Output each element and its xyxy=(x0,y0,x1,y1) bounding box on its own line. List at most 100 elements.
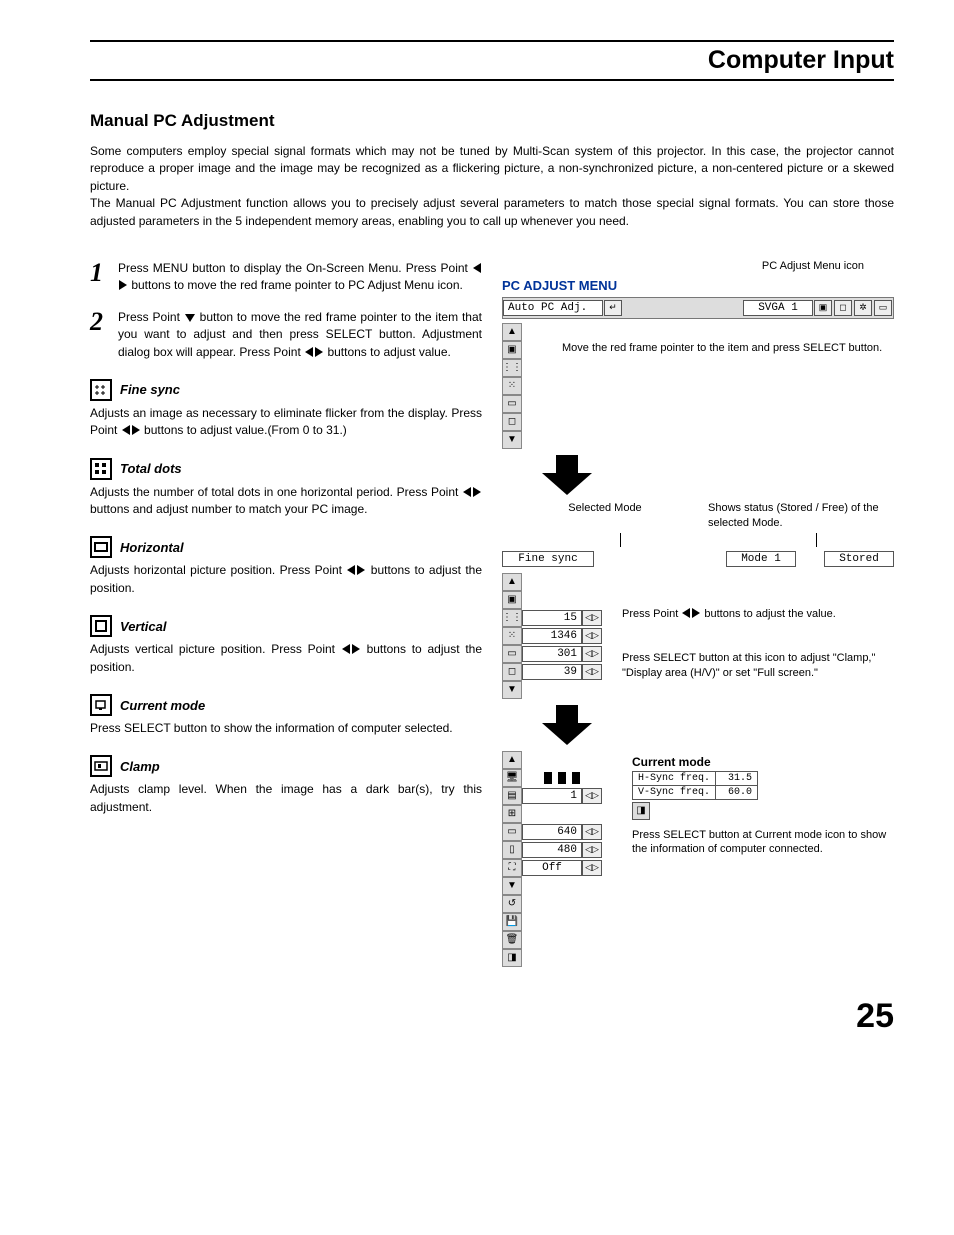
point-left-icon xyxy=(342,644,350,654)
menu-icon-column-2: ▲ ▣ ⋮⋮ ⁙ ▭ ◻ ▼ xyxy=(502,573,522,699)
menu-icon-3: ✲ xyxy=(854,300,872,316)
reset-icon: ↺ xyxy=(502,895,522,913)
menubar-mode-label: SVGA 1 xyxy=(743,300,813,316)
value-vertical: 39 xyxy=(522,664,582,680)
point-right-icon xyxy=(692,608,700,618)
item-clamp: Clamp Adjusts clamp level. When the imag… xyxy=(90,755,482,816)
manual-page: Computer Input Manual PC Adjustment Some… xyxy=(0,0,954,1076)
current-mode-icon xyxy=(90,694,112,716)
fine-sync-title: Fine sync xyxy=(120,382,180,397)
value-horizontal: 301 xyxy=(522,646,582,662)
item-fine-sync: Fine sync Adjusts an image as necessary … xyxy=(90,379,482,440)
point-down-icon xyxy=(185,314,195,322)
step-1-text: Press MENU button to display the On-Scre… xyxy=(118,260,482,295)
current-mode-table: H-Sync freq.31.5 V-Sync freq.60.0 xyxy=(632,771,758,800)
quit-icon: ◨ xyxy=(502,949,522,967)
item-total-dots: Total dots Adjusts the number of total d… xyxy=(90,458,482,519)
value-column-2: 1◁▷ 640◁▷ 480◁▷ Off◁▷ xyxy=(522,751,602,967)
item-vertical: Vertical Adjusts vertical picture positi… xyxy=(90,615,482,676)
point-right-icon xyxy=(473,487,481,497)
menu-icon-column-3: ▲ 🖥 ▤ ⊞ ▭ ▯ ⛶ ▼ ↺ 💾 🗑 ◨ xyxy=(502,751,522,967)
menu-icon-1: ▣ xyxy=(814,300,832,316)
down-arrow-icon xyxy=(542,455,592,495)
auto-pc-icon: ▣ xyxy=(502,591,522,609)
scroll-up-icon: ▲ xyxy=(502,323,522,341)
page-header: Computer Input xyxy=(90,46,894,81)
intro-p2: The Manual PC Adjustment function allows… xyxy=(90,196,894,227)
vertical-title: Vertical xyxy=(120,619,167,634)
fine-sync-desc: Adjusts an image as necessary to elimina… xyxy=(90,405,482,440)
menu-icon-column-1: ▲ ▣ ⋮⋮ ⁙ ▭ ◻ ▼ xyxy=(502,323,522,449)
scroll-up-icon: ▲ xyxy=(502,751,522,769)
current-mode-desc: Press SELECT button to show the informat… xyxy=(90,720,482,737)
value-clamp: 1 xyxy=(522,788,582,804)
point-left-icon xyxy=(682,608,690,618)
total-dots-icon xyxy=(90,458,112,480)
selrow-right: Stored xyxy=(824,551,894,567)
selrow-mid: Mode 1 xyxy=(726,551,796,567)
current-mode-note: Press SELECT button at Current mode icon… xyxy=(632,828,894,858)
down-arrow-icon xyxy=(542,705,592,745)
fine-sync-menu-icon: ⋮⋮ xyxy=(502,609,522,627)
bar-graphic-icon xyxy=(532,770,592,786)
step-1: 1 Press MENU button to display the On-Sc… xyxy=(90,260,482,295)
menubar-left-label: Auto PC Adj. xyxy=(503,300,603,316)
annotation-adjust-value: Press Point buttons to adjust the value. xyxy=(622,607,894,622)
right-column: PC Adjust Menu icon PC ADJUST MENU Auto … xyxy=(502,260,894,967)
intro-p1: Some computers employ special signal for… xyxy=(90,144,894,193)
total-dots-desc: Adjusts the number of total dots in one … xyxy=(90,484,482,519)
selected-mode-label: Selected Mode xyxy=(512,501,698,531)
value-fine-sync: 15 xyxy=(522,610,582,626)
point-right-icon xyxy=(357,565,365,575)
current-mode-title: Current mode xyxy=(120,698,205,713)
scroll-down-icon: ▼ xyxy=(502,681,522,699)
display-area-v-icon: ▯ xyxy=(502,841,522,859)
top-rule xyxy=(90,40,894,42)
point-left-icon xyxy=(473,263,481,273)
horizontal-menu-icon: ▭ xyxy=(502,395,522,413)
item-horizontal: Horizontal Adjusts horizontal picture po… xyxy=(90,536,482,597)
icon-caption: PC Adjust Menu icon xyxy=(502,260,894,272)
left-column: 1 Press MENU button to display the On-Sc… xyxy=(90,260,482,967)
clamp-desc: Adjusts clamp level. When the image has … xyxy=(90,781,482,816)
vertical-menu-icon: ◻ xyxy=(502,413,522,431)
value-display-v: 480 xyxy=(522,842,582,858)
clamp-title: Clamp xyxy=(120,759,160,774)
value-column-1: 15◁▷ 1346◁▷ 301◁▷ 39◁▷ xyxy=(522,573,602,699)
step-2-text: Press Point button to move the red frame… xyxy=(118,309,482,361)
value-display-h: 640 xyxy=(522,824,582,840)
full-screen-icon: ⛶ xyxy=(502,859,522,877)
selected-mode-row: Fine sync Mode 1 Stored xyxy=(502,551,894,567)
display-area-h-icon: ▭ xyxy=(502,823,522,841)
vertical-desc: Adjusts vertical picture position. Press… xyxy=(90,641,482,676)
status-label: Shows status (Stored / Free) of the sele… xyxy=(708,501,894,531)
item-current-mode: Current mode Press SELECT button to show… xyxy=(90,694,482,737)
total-dots-menu-icon: ⁙ xyxy=(502,377,522,395)
horizontal-title: Horizontal xyxy=(120,540,184,555)
page-number: 25 xyxy=(90,997,894,1036)
selrow-left: Fine sync xyxy=(502,551,594,567)
fine-sync-icon xyxy=(90,379,112,401)
cm-hsync-value: 31.5 xyxy=(716,771,758,785)
cm-vsync-label: V-Sync freq. xyxy=(633,785,716,799)
scroll-down-icon: ▼ xyxy=(502,431,522,449)
quit-small-icon: ◨ xyxy=(632,802,650,820)
adjust-icon: ◁▷ xyxy=(582,646,602,662)
step-2-number: 2 xyxy=(90,309,118,361)
display-area-icon: ⊞ xyxy=(502,805,522,823)
adjust-icon: ◁▷ xyxy=(582,860,602,876)
vertical-icon xyxy=(90,615,112,637)
intro-text: Some computers employ special signal for… xyxy=(90,143,894,230)
adjust-icon: ◁▷ xyxy=(582,842,602,858)
vertical-menu-icon: ◻ xyxy=(502,663,522,681)
scroll-up-icon: ▲ xyxy=(502,573,522,591)
horizontal-menu-icon: ▭ xyxy=(502,645,522,663)
current-mode-box-title: Current mode xyxy=(632,755,894,769)
section-title: Manual PC Adjustment xyxy=(90,111,894,131)
fine-sync-menu-icon: ⋮⋮ xyxy=(502,359,522,377)
horizontal-icon xyxy=(90,536,112,558)
adjust-icon: ◁▷ xyxy=(582,664,602,680)
cm-vsync-value: 60.0 xyxy=(716,785,758,799)
mode-free-icon: 🗑 xyxy=(502,931,522,949)
adjust-icon: ◁▷ xyxy=(582,788,602,804)
